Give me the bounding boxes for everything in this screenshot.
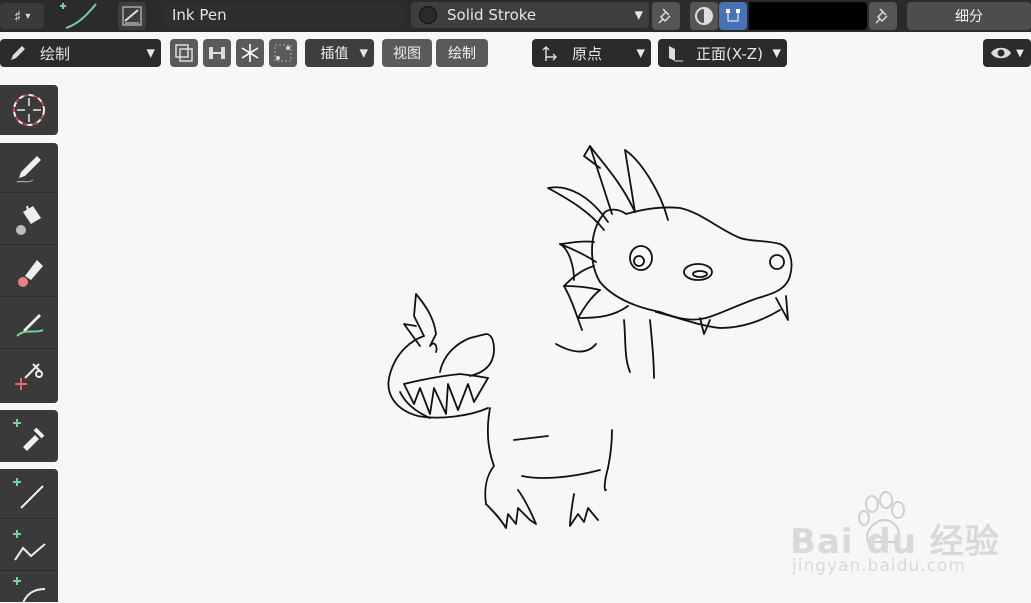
eyedropper-tool[interactable] bbox=[0, 410, 58, 460]
shape-tools-panel bbox=[0, 469, 58, 603]
material-sphere-icon bbox=[419, 6, 437, 24]
plane-icon bbox=[669, 46, 683, 62]
watermark-url: jingyan.baidu.com bbox=[792, 556, 966, 576]
visibility-menu[interactable]: ▼ bbox=[983, 39, 1031, 67]
tint-brush-icon bbox=[16, 313, 44, 337]
chevron-down-icon: ▼ bbox=[359, 46, 368, 60]
line-icon bbox=[13, 477, 44, 509]
view-menu[interactable]: 视图 bbox=[382, 39, 432, 67]
mode-selector[interactable]: 绘制 ▼ bbox=[0, 39, 161, 67]
subdivide-button[interactable]: 细分 bbox=[907, 2, 1031, 30]
polyline-icon bbox=[13, 529, 46, 561]
line-tool[interactable] bbox=[0, 469, 58, 519]
cursor-icon bbox=[13, 94, 45, 126]
arc-icon bbox=[13, 577, 46, 603]
color-swatch[interactable] bbox=[749, 2, 867, 30]
cursor-tool[interactable] bbox=[0, 85, 58, 135]
eyedropper-icon bbox=[13, 419, 45, 451]
brush-name-field[interactable]: Ink Pen bbox=[164, 2, 402, 28]
polyline-tool[interactable] bbox=[0, 521, 58, 571]
header-bar: ♯ ▾ Ink Pen Solid Stroke ▼ 细分 bbox=[0, 0, 1031, 32]
brush-preview-icon[interactable] bbox=[118, 2, 146, 30]
material-selector[interactable]: Solid Stroke ▼ bbox=[411, 2, 649, 28]
watermark: Bai du 经验 jingyan.baidu.com bbox=[786, 490, 1031, 580]
eraser-icon bbox=[18, 259, 43, 287]
tool-settings-button[interactable]: ♯ ▾ bbox=[0, 3, 44, 29]
fill-tool[interactable] bbox=[0, 195, 58, 245]
bucket-icon bbox=[16, 205, 41, 235]
draw-menu[interactable]: 绘制 bbox=[436, 39, 488, 67]
eyedropper-tool-panel bbox=[0, 410, 58, 462]
viewport-header: 绘制 ▼ 插值 ▼ 视图 绘制 原点 ▼ 正面(X-Z) ▼ ▼ bbox=[0, 37, 1031, 70]
color-mode-icon[interactable] bbox=[690, 2, 718, 30]
chevron-down-icon: ▼ bbox=[1016, 47, 1024, 59]
stroke-placement-icon[interactable] bbox=[56, 0, 104, 32]
chevron-down-icon: ▼ bbox=[636, 46, 645, 60]
grid-hash-icon: ♯ bbox=[13, 6, 22, 26]
draw-tools-panel bbox=[0, 143, 58, 403]
draw-tool[interactable] bbox=[0, 143, 58, 193]
pencil-icon bbox=[11, 46, 25, 60]
erase-tool[interactable] bbox=[0, 247, 58, 297]
pin-icon[interactable] bbox=[652, 2, 680, 30]
snowflake-icon[interactable] bbox=[236, 39, 264, 67]
vertex-paint-icon[interactable] bbox=[719, 2, 747, 30]
tint-tool[interactable] bbox=[0, 299, 58, 349]
chevron-down-icon: ▼ bbox=[772, 46, 781, 60]
interpolate-menu[interactable]: 插值 ▼ bbox=[305, 39, 374, 67]
cutter-tool[interactable] bbox=[0, 351, 58, 401]
curve-edit-icon[interactable] bbox=[203, 39, 231, 67]
eye-icon bbox=[991, 47, 1012, 59]
pencil-draw-icon bbox=[16, 155, 41, 182]
orientation-selector[interactable]: 正面(X-Z) ▼ bbox=[658, 39, 787, 67]
pin-icon[interactable] bbox=[869, 2, 897, 30]
chevron-down-icon: ▼ bbox=[634, 8, 643, 22]
chevron-down-icon: ▼ bbox=[146, 46, 155, 60]
origin-axis-icon bbox=[542, 46, 557, 61]
arc-tool[interactable] bbox=[0, 573, 58, 603]
origin-selector[interactable]: 原点 ▼ bbox=[532, 39, 651, 67]
chevron-down-icon: ▾ bbox=[25, 10, 31, 22]
cursor-tool-panel bbox=[0, 85, 58, 135]
guides-icon[interactable] bbox=[269, 39, 297, 67]
multiframe-icon[interactable] bbox=[170, 39, 198, 67]
scissors-icon bbox=[15, 363, 43, 390]
